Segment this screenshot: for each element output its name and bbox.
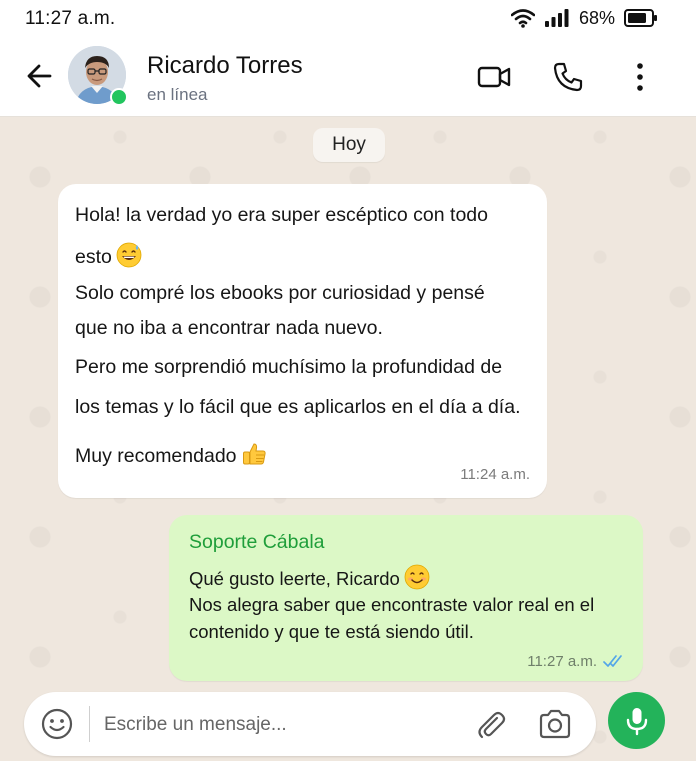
message-line-with-emoji: esto	[75, 242, 142, 269]
status-bar: 11:27 a.m. 68%	[0, 0, 696, 36]
message-line: contenido y que te está siendo útil.	[189, 621, 474, 642]
day-separator: Hoy	[313, 128, 385, 162]
video-call-icon[interactable]	[477, 60, 511, 94]
message-line: Muy recomendado	[75, 445, 237, 467]
message-line: Qué gusto leerte, Ricardo	[189, 568, 400, 589]
battery-icon	[624, 9, 657, 27]
message-line: los temas y lo fácil que es aplicarlos e…	[75, 396, 521, 418]
message-line: Solo compré los ebooks por curiosidad y …	[75, 282, 485, 304]
back-arrow-icon[interactable]	[24, 60, 56, 92]
grinning-sweat-emoji	[116, 242, 142, 268]
contact-name[interactable]: Ricardo Torres	[147, 52, 303, 80]
online-indicator	[110, 88, 128, 106]
status-time: 11:27 a.m.	[25, 8, 116, 29]
phone-icon[interactable]	[551, 60, 585, 94]
status-icons: 68%	[510, 7, 658, 29]
incoming-message[interactable]: Hola! la verdad yo era super escéptico c…	[58, 184, 547, 498]
message-composer	[24, 692, 596, 756]
mic-button[interactable]	[608, 692, 665, 749]
message-line-with-emoji: Muy recomendado	[75, 441, 267, 468]
camera-icon[interactable]	[537, 706, 573, 742]
composer-divider	[89, 706, 90, 742]
message-line-with-emoji: Qué gusto leerte, Ricardo	[189, 564, 430, 590]
smiling-emoji	[404, 564, 430, 590]
message-line: Hola! la verdad yo era super escéptico c…	[75, 204, 488, 226]
message-time: 11:24 a.m.	[460, 466, 530, 483]
chat-area[interactable]: Hoy Hola! la verdad yo era super escépti…	[0, 117, 696, 761]
more-vertical-icon[interactable]	[623, 60, 657, 94]
emoji-icon[interactable]	[40, 707, 74, 741]
message-line: que no iba a encontrar nada nuevo.	[75, 317, 383, 339]
wifi-icon	[510, 9, 535, 28]
contact-status: en línea	[147, 85, 208, 104]
chat-header: Ricardo Torres en línea	[0, 36, 696, 117]
sender-name: Soporte Cábala	[189, 531, 325, 553]
message-time: 11:27 a.m.	[527, 653, 597, 670]
attach-icon[interactable]	[473, 706, 509, 742]
double-check-icon	[603, 655, 622, 667]
message-input[interactable]	[102, 706, 466, 744]
message-line: esto	[75, 246, 112, 268]
signal-icon	[544, 9, 569, 27]
mic-icon	[626, 707, 647, 735]
thumbs-up-emoji	[242, 443, 266, 465]
battery-percentage: 68%	[578, 7, 615, 28]
message-line: Pero me sorprendió muchísimo la profundi…	[75, 356, 503, 378]
outgoing-message[interactable]: Soporte Cábala Qué gusto leerte, Ricardo…	[169, 515, 643, 681]
message-line: Nos alegra saber que encontraste valor r…	[189, 594, 595, 615]
